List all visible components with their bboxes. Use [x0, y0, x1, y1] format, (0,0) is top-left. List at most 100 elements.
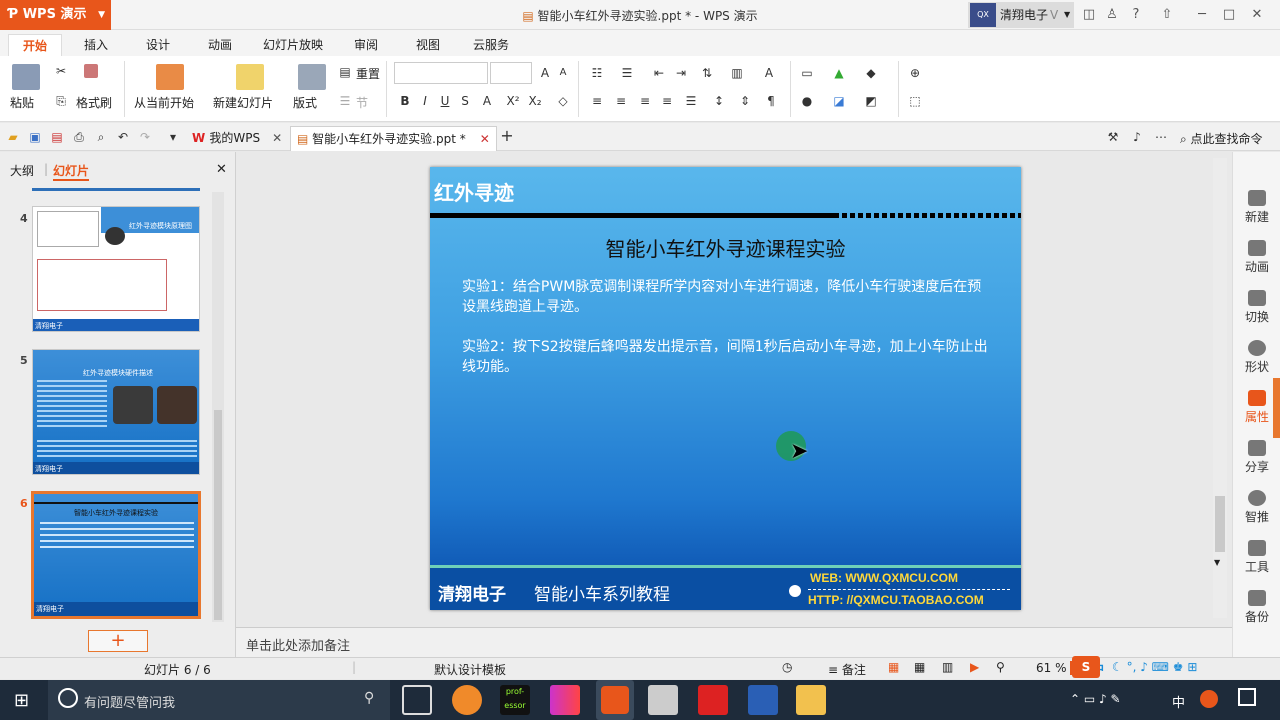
line-spacing-icon[interactable]: ↕ [712, 94, 726, 108]
more-icon[interactable]: ⋯ [1154, 130, 1168, 144]
layout-button[interactable]: 版式 [293, 94, 317, 111]
normal-view-icon[interactable]: ▦ [888, 660, 899, 674]
format-painter-button[interactable]: 格式刷 [76, 94, 112, 111]
text-direction-icon[interactable]: ⇅ [700, 66, 714, 80]
close-panel-icon[interactable]: ✕ [216, 162, 227, 177]
reading-view-icon[interactable]: ▥ [942, 660, 953, 674]
sogou-ime-icon[interactable]: S [1072, 656, 1100, 678]
format-brush-icon[interactable] [84, 64, 98, 78]
font-grow-icon[interactable]: A [538, 66, 552, 80]
tab-view[interactable]: 视图 [406, 34, 450, 56]
save-icon[interactable]: ▣ [28, 130, 42, 144]
collapse-ribbon-icon[interactable]: ⇧ [1158, 6, 1176, 24]
bold-icon[interactable]: B [398, 94, 412, 108]
notes-toggle[interactable]: ≡ 备注 [828, 661, 866, 678]
font-name-combo[interactable] [394, 62, 488, 84]
columns-icon[interactable]: ▥ [730, 66, 744, 80]
scroll-down-icon[interactable]: ▼ [1214, 558, 1220, 567]
cut-icon[interactable]: ✂ [54, 64, 68, 78]
tray-ime[interactable]: 中 [1172, 692, 1185, 711]
undo-icon[interactable]: ↶ [116, 130, 130, 144]
paste-button[interactable]: 粘贴 [10, 94, 34, 111]
print-preview-icon[interactable]: ⌕ [94, 130, 108, 144]
sidebar-share[interactable]: 分享 [1233, 440, 1280, 475]
tray-icons[interactable]: ⌃ ▭ ♪ ✎ [1070, 692, 1121, 706]
open-folder-icon[interactable]: ▰ [6, 130, 20, 144]
paragraph-icon[interactable]: ¶ [764, 94, 778, 108]
tab-animation[interactable]: 动画 [198, 34, 242, 56]
slide-thumbnail[interactable]: 红外寻迹模块硬件描述 清翔电子 [32, 349, 200, 475]
task-view-icon[interactable] [402, 685, 432, 715]
ime-toolbar-icons[interactable]: ☾ °, ♪ ⌨ ♚ ⊞ [1112, 660, 1197, 674]
browser-app-icon[interactable] [452, 685, 482, 715]
slide-thumbnail-selected[interactable]: 智能小车红外寻迹课程实验 清翔电子 [31, 491, 201, 619]
pdf-app-icon[interactable] [698, 685, 728, 715]
indent-decrease-icon[interactable]: ⇤ [652, 66, 666, 80]
print-icon[interactable]: ⎙ [72, 130, 86, 144]
font-size-combo[interactable] [490, 62, 532, 84]
tab-slides[interactable]: 幻灯片 [53, 162, 90, 181]
sidebar-animation[interactable]: 动画 [1233, 240, 1280, 275]
scrollbar-thumb[interactable] [214, 410, 222, 620]
file-explorer-icon[interactable] [796, 685, 826, 715]
notes-pane[interactable]: 单击此处添加备注 [236, 627, 1232, 657]
tab-design[interactable]: 设计 [136, 34, 180, 56]
arduino-app-icon[interactable] [550, 685, 580, 715]
paragraph-spacing-icon[interactable]: ⇕ [738, 94, 752, 108]
slide-header[interactable]: 红外寻迹 [434, 177, 514, 206]
align-right-icon[interactable]: ≡ [638, 94, 652, 108]
slide-thumbnail[interactable]: 红外寻迹模块原理图 清翔电子 [32, 206, 200, 332]
play-from-current-icon[interactable] [156, 64, 184, 90]
tab-my-wps[interactable]: W 我的WPS ✕ [186, 126, 288, 150]
wps-presentation-task[interactable] [596, 680, 634, 720]
bullet-list-icon[interactable]: ☷ [590, 66, 604, 80]
shape-icon[interactable]: ● [800, 94, 814, 108]
find-zoom-icon[interactable]: ⊕ [908, 66, 922, 80]
numbered-list-icon[interactable]: ☰ [620, 66, 634, 80]
tab-insert[interactable]: 插入 [74, 34, 118, 56]
indent-increase-icon[interactable]: ⇥ [674, 66, 688, 80]
tab-slideshow[interactable]: 幻灯片放映 [256, 34, 330, 56]
underline-icon[interactable]: U [438, 94, 452, 108]
sidebar-backup[interactable]: 备份 [1233, 590, 1280, 625]
professor-app-icon[interactable]: prof-essor [500, 685, 530, 715]
customize-qat-icon[interactable]: ▾ [166, 130, 180, 144]
current-slide[interactable]: 红外寻迹 智能小车红外寻迹课程实验 实验1：结合PWM脉宽调制课程所学内容对小车… [430, 167, 1021, 610]
cortana-search-box[interactable]: 有问题尽管问我 ⚲ [48, 680, 390, 720]
action-center-icon[interactable] [1238, 688, 1256, 706]
new-tab-plus-icon[interactable]: + [500, 128, 514, 144]
reset-button[interactable]: 重置 [356, 65, 380, 82]
experiment-2-text[interactable]: 实验2：按下S2按键后蜂鸣器发出提示音，间隔1秒后启动小车寻迹，加上小车防止出线… [462, 337, 992, 377]
align-left-icon[interactable]: ≡ [590, 94, 604, 108]
slide-title[interactable]: 智能小车红外寻迹课程实验 [430, 233, 1021, 262]
editor-scrollbar[interactable]: ▼ [1213, 158, 1227, 618]
sidebar-shape[interactable]: 形状 [1233, 340, 1280, 375]
clock-icon[interactable]: ◷ [782, 660, 792, 674]
distribute-icon[interactable]: ☰ [684, 94, 698, 108]
pin-icon[interactable]: ⚲ [996, 660, 1005, 674]
sidebar-transition[interactable]: 切换 [1233, 290, 1280, 325]
from-current-button[interactable]: 从当前开始 [134, 94, 194, 111]
font-color-icon[interactable]: A [480, 94, 494, 108]
picture-icon[interactable]: ▲ [832, 66, 846, 80]
new-slide-button[interactable]: 新建幻灯片 [213, 94, 273, 111]
zoom-level[interactable]: 61 % [1036, 661, 1067, 675]
section-button[interactable]: 节 [356, 94, 368, 111]
sidebar-collapse-handle[interactable] [1273, 378, 1280, 438]
text-sort-icon[interactable]: A [762, 66, 776, 80]
template-name[interactable]: 默认设计模板 [434, 661, 506, 678]
tab-home[interactable]: 开始 [8, 34, 62, 56]
tools-icon[interactable]: ⚒ [1106, 130, 1120, 144]
superscript-icon[interactable]: X² [506, 94, 520, 108]
align-center-icon[interactable]: ≡ [614, 94, 628, 108]
italic-icon[interactable]: I [418, 94, 432, 108]
slide-sorter-icon[interactable]: ▦ [914, 660, 925, 674]
slideshow-icon[interactable]: ▶ [970, 660, 979, 674]
skin-icon[interactable]: ◫ [1080, 6, 1098, 24]
tray-sogou-icon[interactable] [1200, 690, 1218, 708]
vs-app-icon[interactable] [748, 685, 778, 715]
sidebar-tools[interactable]: 工具 [1233, 540, 1280, 575]
tab-outline[interactable]: 大纲 [10, 162, 34, 179]
maximize-icon[interactable]: □ [1220, 6, 1238, 24]
export-pdf-icon[interactable]: ▤ [50, 130, 64, 144]
